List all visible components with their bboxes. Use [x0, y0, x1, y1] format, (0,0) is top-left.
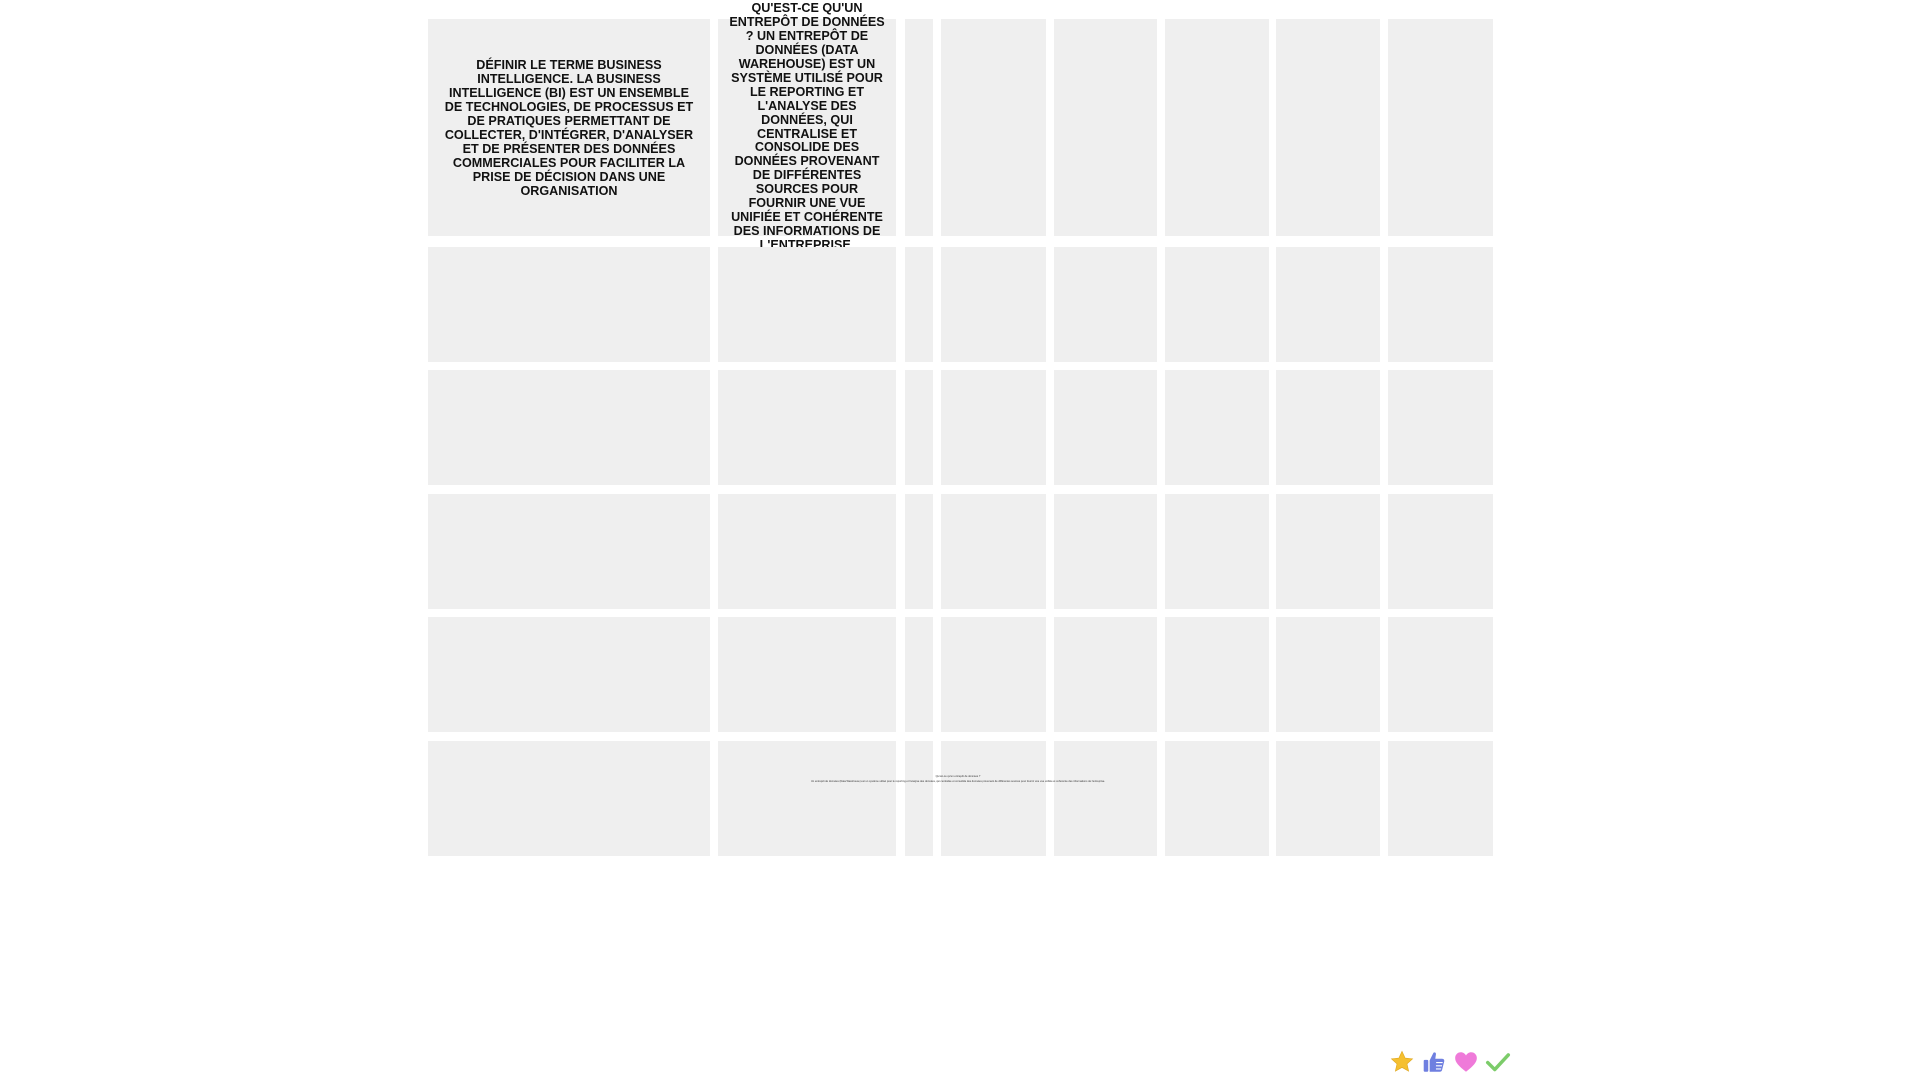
- star-icon: [1390, 1050, 1414, 1072]
- floating-text-note[interactable]: Qu'est-ce qu'un entrepôt de données ? Un…: [778, 774, 1138, 784]
- grid-cell-r1-c5[interactable]: [1054, 19, 1157, 236]
- grid-cell-r4-c3[interactable]: [905, 494, 933, 609]
- grid-cell-r3-c2[interactable]: [718, 370, 896, 485]
- grid-cell-r5-c8[interactable]: [1388, 617, 1493, 732]
- grid-cell-r6-c2[interactable]: [718, 741, 896, 856]
- grid-cell-r5-c7[interactable]: [1276, 617, 1380, 732]
- grid-cell-r3-c4[interactable]: [941, 370, 1046, 485]
- heart-reaction-button[interactable]: [1452, 1048, 1480, 1076]
- grid-cell-r6-c4[interactable]: [941, 741, 1046, 856]
- grid-cell-r2-c3[interactable]: [905, 247, 933, 362]
- cell-text: Définir le terme Business intelligence. …: [444, 57, 694, 198]
- checkmark-icon: [1485, 1053, 1511, 1072]
- grid-cell-r1-c8[interactable]: [1388, 19, 1493, 236]
- grid-cell-r3-c8[interactable]: [1388, 370, 1493, 485]
- grid-cell-r5-c1[interactable]: [428, 617, 710, 732]
- grid-cell-r3-c1[interactable]: [428, 370, 710, 485]
- grid-cell-r1-c7[interactable]: [1276, 19, 1380, 236]
- grid-cell-r1-c1[interactable]: Définir le terme Business intelligence. …: [428, 19, 710, 236]
- reaction-bar: [1388, 1047, 1512, 1077]
- grid-cell-r2-c1[interactable]: [428, 247, 710, 362]
- grid-cell-r2-c2[interactable]: [718, 247, 896, 362]
- grid-cell-r4-c6[interactable]: [1165, 494, 1269, 609]
- grid-cell-r1-c2[interactable]: Qu'est-ce qu'un entrepôt de données ? Un…: [718, 1, 896, 252]
- grid-cell-r3-c6[interactable]: [1165, 370, 1269, 485]
- thumbs-up-icon: [1423, 1052, 1445, 1072]
- grid-cell-r5-c6[interactable]: [1165, 617, 1269, 732]
- grid-cell-r5-c4[interactable]: [941, 617, 1046, 732]
- grid-cell-r4-c1[interactable]: [428, 494, 710, 609]
- heart-icon: [1455, 1052, 1477, 1072]
- floating-note-body: Un entrepôt de données (Data Warehouse) …: [810, 780, 1106, 783]
- grid-cell-r6-c1[interactable]: [428, 741, 710, 856]
- grid-cell-r4-c5[interactable]: [1054, 494, 1157, 609]
- grid-cell-r6-c3[interactable]: [905, 741, 933, 856]
- grid-cell-r1-c4[interactable]: [941, 19, 1046, 236]
- grid-cell-r1-c3[interactable]: [905, 19, 933, 236]
- grid-cell-r1-c6[interactable]: [1165, 19, 1269, 236]
- grid-cell-r4-c8[interactable]: [1388, 494, 1493, 609]
- grid-cell-r2-c8[interactable]: [1388, 247, 1493, 362]
- grid-cell-r5-c3[interactable]: [905, 617, 933, 732]
- grid-cell-r5-c2[interactable]: [718, 617, 896, 732]
- grid-cell-r2-c6[interactable]: [1165, 247, 1269, 362]
- grid-cell-r6-c8[interactable]: [1388, 741, 1493, 856]
- thumbs-up-reaction-button[interactable]: [1420, 1048, 1448, 1076]
- grid-cell-r2-c7[interactable]: [1276, 247, 1380, 362]
- cell-text: Qu'est-ce qu'un entrepôt de données ? Un…: [729, 1, 885, 252]
- grid-cell-r4-c2[interactable]: [718, 494, 896, 609]
- grid-cell-r4-c4[interactable]: [941, 494, 1046, 609]
- grid-cell-r6-c5[interactable]: [1054, 741, 1157, 856]
- grid-cell-r6-c6[interactable]: [1165, 741, 1269, 856]
- checkmark-reaction-button[interactable]: [1484, 1048, 1512, 1076]
- grid-cell-r3-c7[interactable]: [1276, 370, 1380, 485]
- grid-cell-r2-c5[interactable]: [1054, 247, 1157, 362]
- grid-cell-r5-c5[interactable]: [1054, 617, 1157, 732]
- grid-cell-r6-c7[interactable]: [1276, 741, 1380, 856]
- grid-cell-r3-c5[interactable]: [1054, 370, 1157, 485]
- grid-cell-r3-c3[interactable]: [905, 370, 933, 485]
- grid-cell-r2-c4[interactable]: [941, 247, 1046, 362]
- board-canvas[interactable]: Définir le terme Business intelligence. …: [0, 0, 1920, 1080]
- star-reaction-button[interactable]: [1388, 1048, 1416, 1076]
- grid-cell-r4-c7[interactable]: [1276, 494, 1380, 609]
